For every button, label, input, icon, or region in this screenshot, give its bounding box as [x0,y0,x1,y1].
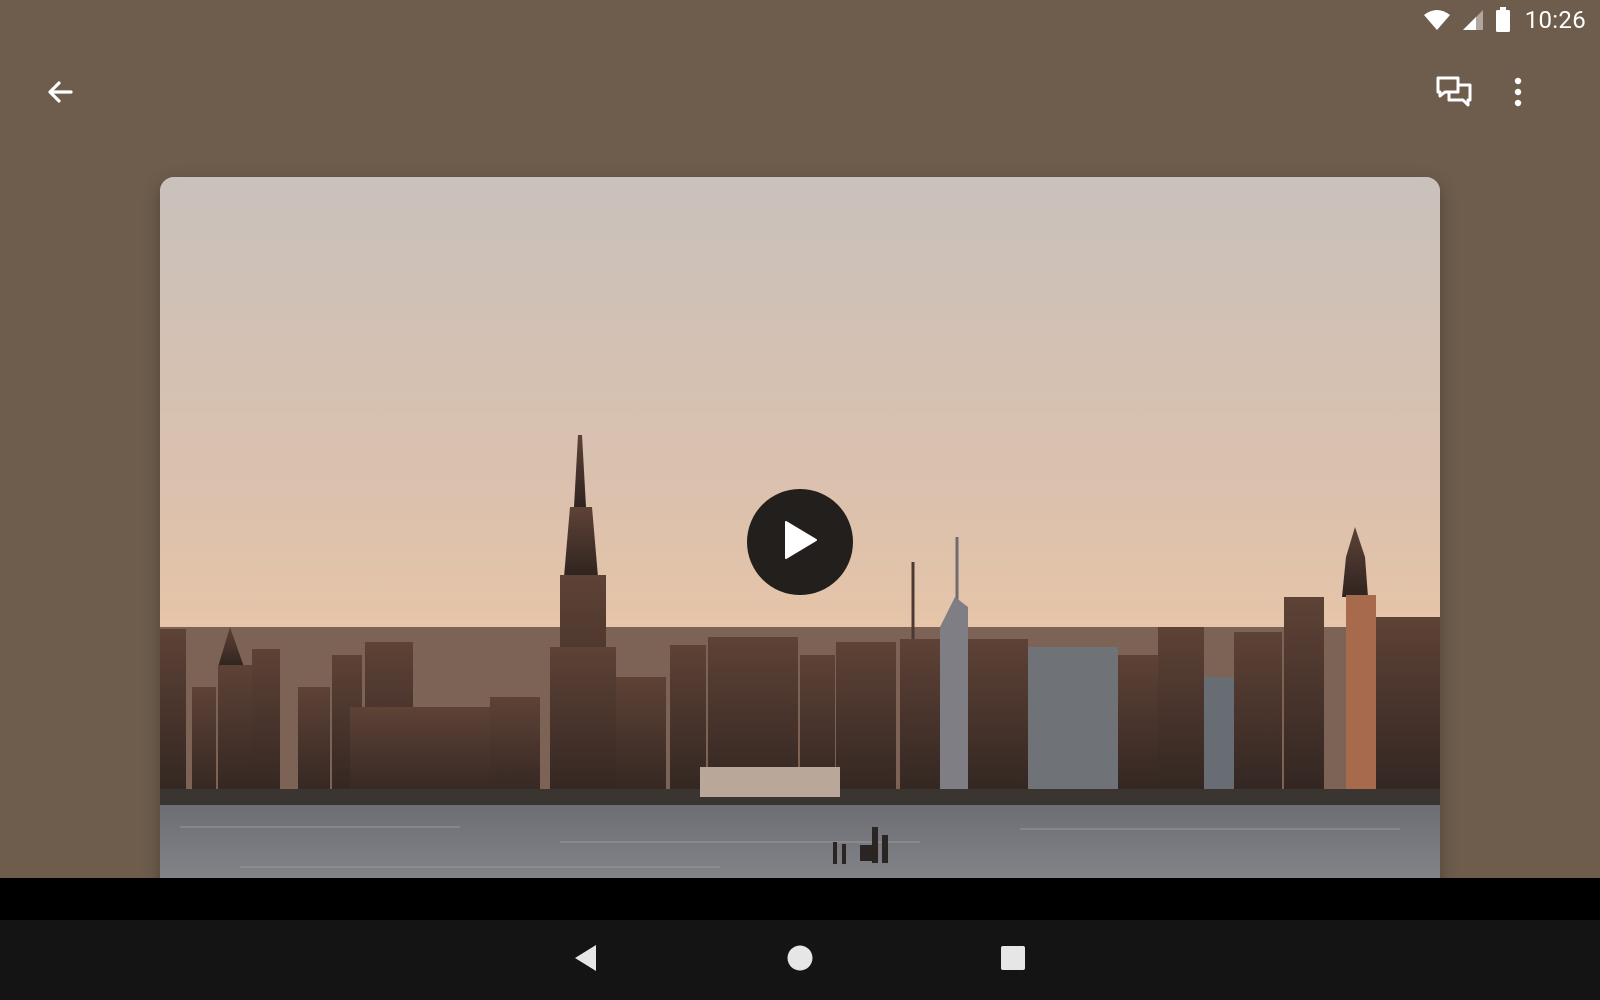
wifi-icon [1423,8,1451,32]
video-thumbnail[interactable] [160,177,1440,907]
back-button[interactable] [32,66,88,122]
more-vert-icon [1513,77,1523,111]
cell-signal-icon [1461,8,1485,32]
system-navigation-bar [0,920,1600,1000]
nav-home-icon [786,944,814,976]
comments-button[interactable] [1426,66,1482,122]
comments-icon [1435,75,1473,113]
app-bar [0,58,1600,130]
content-bottom-strip [0,878,1600,920]
status-bar: 10:26 [0,0,1600,40]
nav-recents-icon [1000,945,1026,975]
more-options-button[interactable] [1490,66,1546,122]
status-time: 10:26 [1524,6,1586,34]
nav-recents-button[interactable] [983,930,1043,990]
play-icon [780,518,820,566]
nav-home-button[interactable] [770,930,830,990]
play-button[interactable] [747,489,853,595]
battery-icon [1495,7,1511,33]
nav-back-icon [572,943,600,977]
nav-back-button[interactable] [556,930,616,990]
media-viewer-screen: 10:26 [0,0,1600,1000]
back-arrow-icon [44,76,76,112]
